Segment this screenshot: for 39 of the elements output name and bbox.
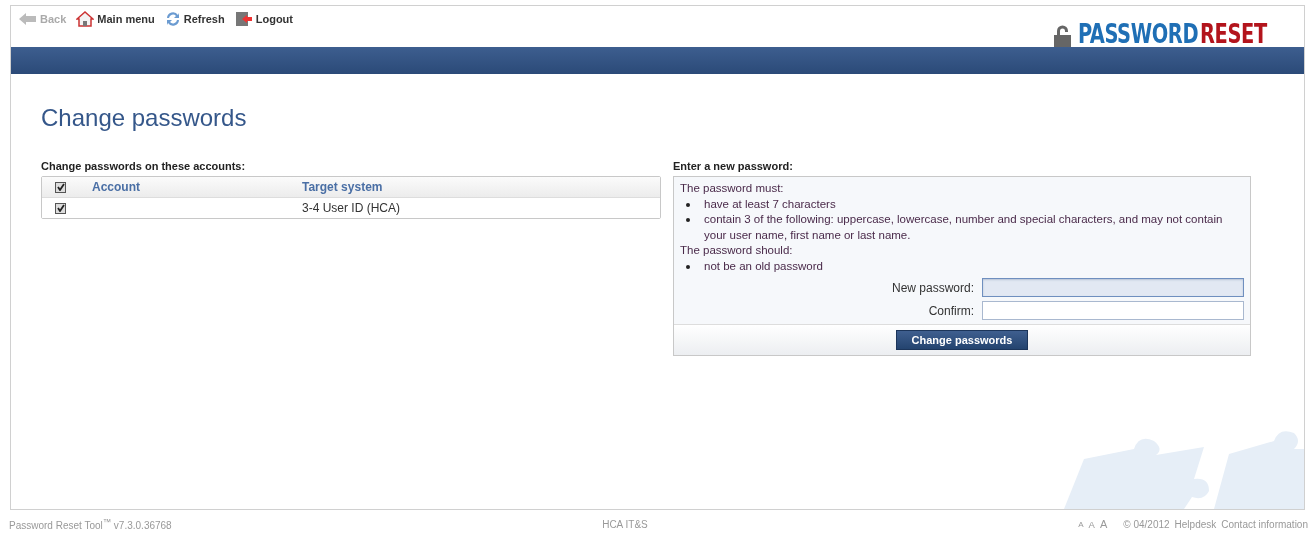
bullet-dot bbox=[686, 264, 690, 269]
toolbar-link[interactable]: Refresh bbox=[164, 11, 225, 27]
font-size-link[interactable]: A bbox=[1088, 518, 1095, 530]
bullet-dot bbox=[686, 218, 690, 222]
rule-heading: The password should: bbox=[680, 243, 794, 258]
select-all-checkbox[interactable] bbox=[55, 181, 66, 193]
column-header[interactable]: Target system bbox=[302, 180, 660, 194]
field-label: Confirm: bbox=[927, 303, 974, 318]
change-passwords-button[interactable]: Change passwords bbox=[895, 330, 1029, 350]
table-cell-text: 3-4 User ID (HCA) bbox=[302, 201, 401, 215]
logo-text: PASSWORD bbox=[1078, 21, 1199, 47]
toolbar-link[interactable]: Logout bbox=[234, 11, 293, 27]
password-field[interactable] bbox=[982, 278, 1244, 297]
rule-text: not be an old password bbox=[704, 258, 823, 274]
toolbar-link[interactable]: Main menu bbox=[76, 11, 155, 27]
copyright-text: © 04/2012 bbox=[1123, 518, 1170, 530]
font-size-link[interactable]: A bbox=[1099, 518, 1108, 530]
rule-text: contain 3 of the following: uppercase, lowercase, number and special characters, and may not contain your user name, first name or last name. bbox=[704, 212, 1224, 243]
padlock-icon bbox=[1053, 25, 1073, 47]
column-header[interactable]: Account bbox=[92, 180, 302, 194]
field-label: New password: bbox=[890, 280, 974, 295]
logout-icon bbox=[234, 11, 253, 27]
logo-text: RESET bbox=[1199, 21, 1267, 47]
bullet-dot bbox=[686, 202, 690, 207]
rule-heading: The password must: bbox=[680, 181, 785, 196]
house-icon bbox=[76, 11, 95, 27]
product-version: Password Reset Tool$^{™}$ v7.3.0.36768 bbox=[9, 516, 172, 532]
section-heading: Change passwords on these accounts: bbox=[41, 160, 247, 172]
back-arrow-icon bbox=[19, 13, 37, 25]
page-title: Change passwords bbox=[41, 104, 248, 132]
rule-text: have at least 7 characters bbox=[704, 196, 836, 212]
password-field[interactable] bbox=[982, 301, 1244, 320]
footer-link[interactable]: Helpdesk bbox=[1174, 518, 1217, 530]
section-heading: Enter a new password: bbox=[673, 160, 794, 172]
footer-link[interactable]: Contact information bbox=[1221, 518, 1308, 530]
font-size-link[interactable]: A bbox=[1078, 519, 1084, 529]
refresh-icon bbox=[164, 11, 181, 27]
organization-name: HCA IT&S bbox=[602, 518, 648, 530]
row-checkbox[interactable] bbox=[55, 202, 66, 214]
